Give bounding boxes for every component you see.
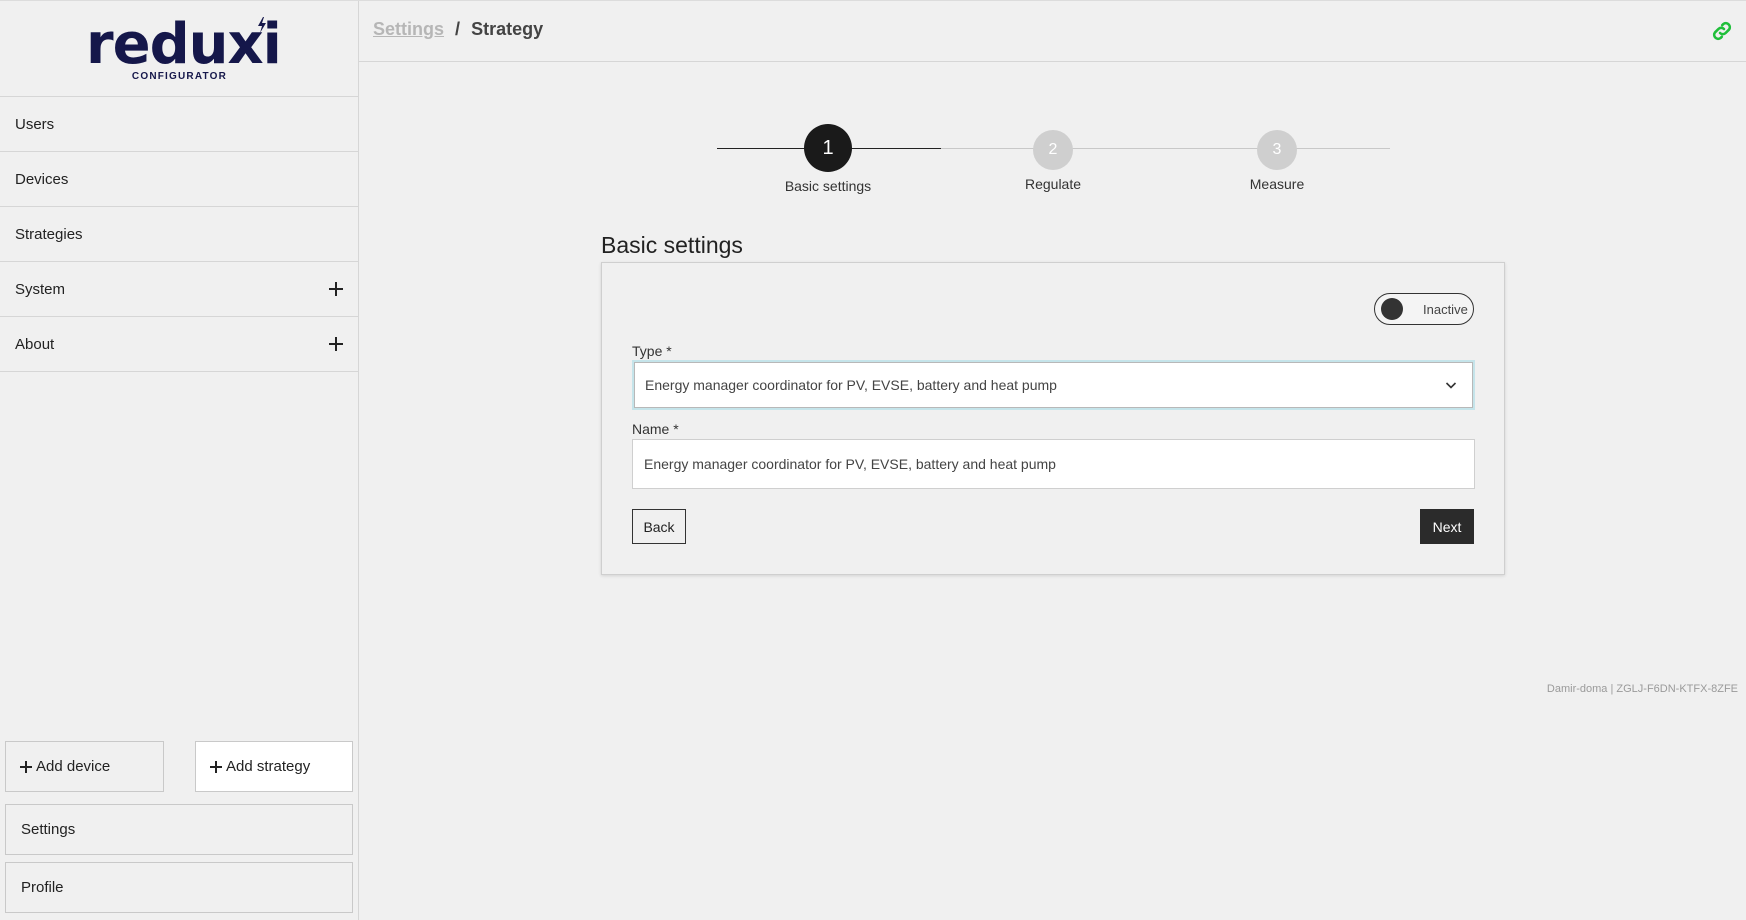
sidebar-item-devices[interactable]: Devices — [0, 152, 358, 207]
basic-settings-card: Inactive Type * Energy manager coordinat… — [601, 262, 1505, 575]
step-label: Measure — [1249, 176, 1305, 192]
type-select[interactable]: Energy manager coordinator for PV, EVSE,… — [632, 360, 1475, 410]
expand-plus-icon[interactable] — [329, 337, 343, 351]
logo: reduxi CONFIGURATOR — [0, 1, 358, 97]
back-button[interactable]: Back — [632, 509, 686, 544]
step-label: Regulate — [1024, 176, 1082, 192]
add-strategy-label: Add strategy — [226, 758, 311, 775]
profile-label: Profile — [21, 879, 64, 896]
toggle-knob — [1381, 298, 1403, 320]
name-input[interactable]: Energy manager coordinator for PV, EVSE,… — [632, 439, 1475, 489]
step-number-badge: 3 — [1257, 130, 1297, 170]
profile-button[interactable]: Profile — [5, 862, 353, 913]
logo-subtitle: CONFIGURATOR — [131, 71, 228, 82]
step-label: Basic settings — [784, 178, 872, 194]
sidebar-item-label: System — [15, 280, 66, 298]
breadcrumb: Settings / Strategy — [373, 19, 543, 40]
breadcrumb-separator: / — [455, 19, 461, 39]
bolt-icon — [258, 17, 266, 33]
step-number-badge: 1 — [804, 124, 852, 172]
add-device-label: Add device — [36, 758, 111, 775]
progress-stepper: 1 Basic settings 2 Regulate 3 Measure — [717, 121, 1390, 201]
add-device-button[interactable]: Add device — [5, 741, 164, 792]
link-icon[interactable] — [1710, 19, 1734, 43]
sidebar-item-label: Strategies — [15, 225, 83, 243]
step-regulate: 2 Regulate — [983, 130, 1123, 192]
step-number: 3 — [1272, 141, 1282, 158]
sidebar-item-system[interactable]: System — [0, 262, 358, 317]
breadcrumb-current: Strategy — [471, 19, 544, 39]
section-title: Basic settings — [601, 232, 743, 258]
add-strategy-button[interactable]: Add strategy — [195, 741, 353, 792]
app-window: reduxi CONFIGURATOR Users Devices Strate… — [0, 0, 1746, 920]
name-input-value: Energy manager coordinator for PV, EVSE,… — [644, 456, 1056, 472]
sidebar-item-label: About — [15, 335, 55, 353]
sidebar-item-strategies[interactable]: Strategies — [0, 207, 358, 262]
sidebar-item-label: Users — [15, 115, 55, 133]
status-toggle[interactable]: Inactive — [1374, 293, 1474, 325]
next-button[interactable]: Next — [1420, 509, 1474, 544]
toggle-label: Inactive — [1423, 301, 1468, 317]
step-basic-settings: 1 Basic settings — [758, 124, 898, 194]
sidebar-item-users[interactable]: Users — [0, 97, 358, 152]
expand-plus-icon[interactable] — [329, 282, 343, 296]
sidebar-item-about[interactable]: About — [0, 317, 358, 372]
breadcrumb-settings-link[interactable]: Settings — [373, 19, 444, 39]
header: Settings / Strategy — [359, 1, 1746, 62]
chevron-down-icon — [1445, 382, 1457, 389]
type-label: Type * — [632, 343, 672, 359]
device-id-footer: Damir-doma | ZGLJ-F6DN-KTFX-8ZFE — [1546, 683, 1738, 695]
step-number-badge: 2 — [1033, 130, 1073, 170]
sidebar: reduxi CONFIGURATOR Users Devices Strate… — [0, 1, 359, 920]
type-select-value: Energy manager coordinator for PV, EVSE,… — [645, 377, 1057, 393]
step-number: 1 — [822, 136, 834, 159]
step-number: 2 — [1048, 141, 1058, 158]
settings-label: Settings — [21, 821, 76, 838]
sidebar-item-label: Devices — [15, 170, 69, 188]
plus-icon — [20, 760, 32, 773]
name-label: Name * — [632, 421, 679, 437]
plus-icon — [210, 760, 222, 773]
settings-button[interactable]: Settings — [5, 804, 353, 855]
step-measure: 3 Measure — [1207, 130, 1347, 192]
